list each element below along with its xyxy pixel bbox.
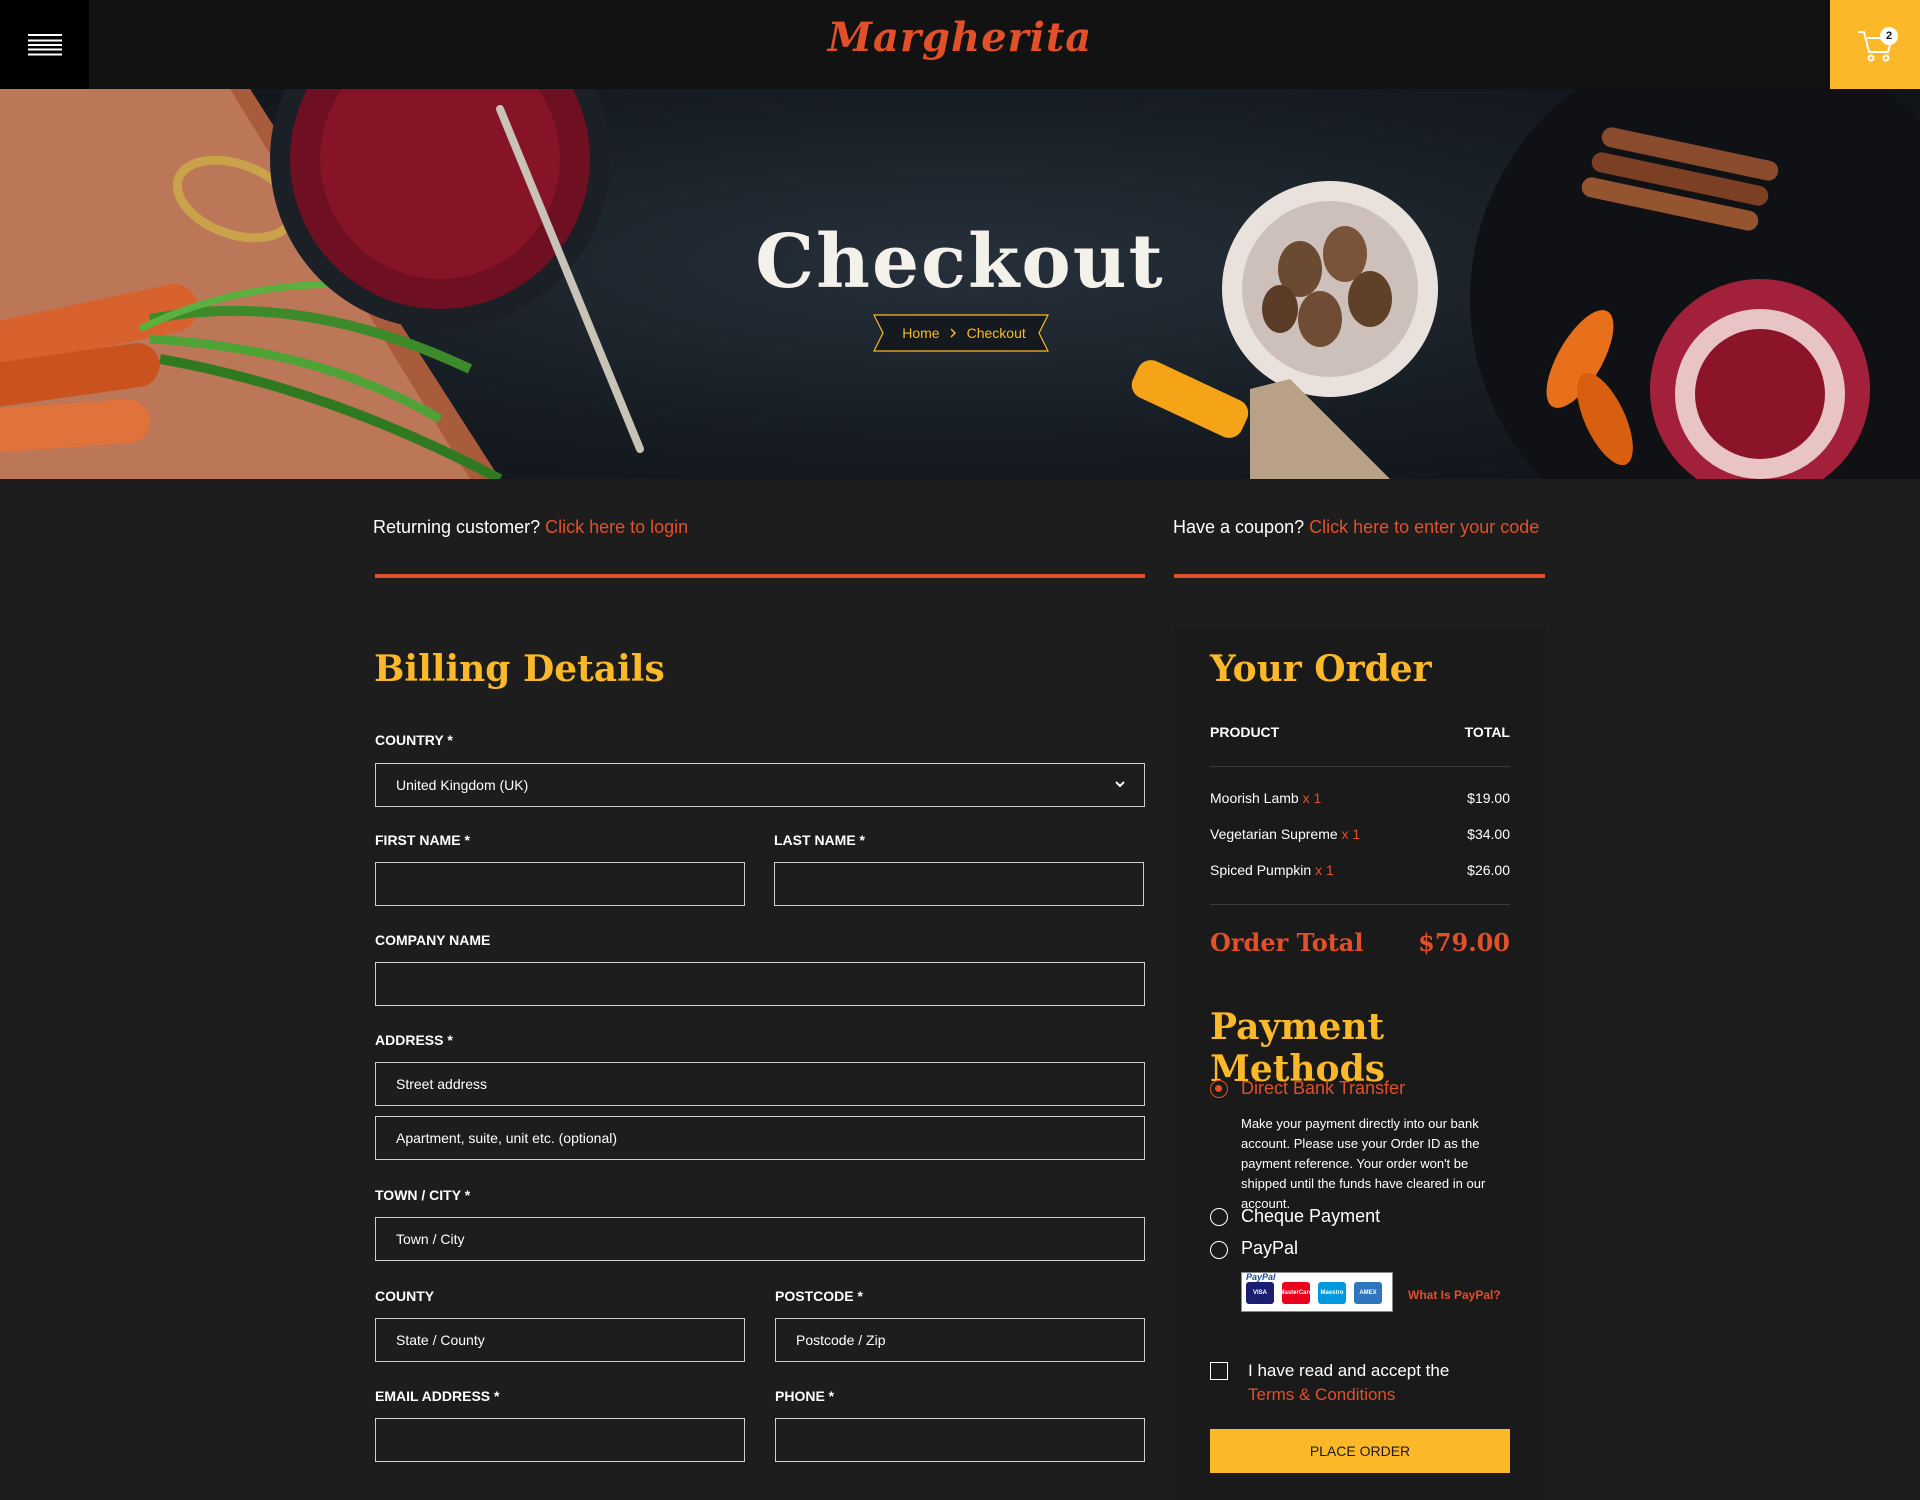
- order-item-qty: x 1: [1302, 790, 1322, 806]
- paypal-badge-label: PayPal: [1246, 1272, 1276, 1282]
- cheque-payment-radio[interactable]: [1210, 1208, 1228, 1226]
- order-total-label: Order Total: [1210, 928, 1364, 957]
- email-label: EMAIL ADDRESS *: [375, 1388, 500, 1404]
- order-divider: [1210, 904, 1510, 905]
- amex-icon: AMEX: [1354, 1282, 1382, 1304]
- street-address-field[interactable]: [375, 1062, 1145, 1106]
- country-value: United Kingdom (UK): [396, 777, 529, 793]
- company-field[interactable]: [375, 962, 1145, 1006]
- bank-transfer-label[interactable]: Direct Bank Transfer: [1241, 1078, 1405, 1099]
- company-label: COMPANY NAME: [375, 932, 491, 948]
- order-item: Spiced Pumpkin x 1 $26.00: [1210, 862, 1510, 878]
- phone-field[interactable]: [775, 1418, 1145, 1462]
- top-bar: Margherita 2: [0, 0, 1920, 89]
- paypal-radio[interactable]: [1210, 1241, 1228, 1259]
- what-is-paypal-link[interactable]: What Is PayPal?: [1408, 1288, 1501, 1302]
- returning-customer-notice: Returning customer? Click here to login: [373, 517, 688, 538]
- login-link[interactable]: Click here to login: [545, 517, 688, 537]
- county-label: COUNTY: [375, 1288, 435, 1304]
- coupon-link[interactable]: Click here to enter your code: [1309, 517, 1539, 537]
- order-divider: [1210, 766, 1510, 767]
- chevron-right-icon: [950, 328, 956, 338]
- order-item-name: Spiced Pumpkin: [1210, 862, 1312, 878]
- cart-count-badge: 2: [1880, 27, 1898, 45]
- billing-title: Billing Details: [374, 648, 665, 690]
- last-name-label: LAST NAME *: [774, 832, 865, 848]
- county-field[interactable]: [375, 1318, 745, 1362]
- order-title: Your Order: [1210, 648, 1432, 690]
- notice-divider: [1174, 574, 1545, 578]
- country-label: COUNTRY *: [375, 732, 453, 748]
- coupon-text: Have a coupon?: [1173, 517, 1305, 537]
- terms-link[interactable]: Terms & Conditions: [1248, 1383, 1449, 1407]
- order-item: Moorish Lamb x 1 $19.00: [1210, 790, 1510, 806]
- terms-text-block: I have read and accept the Terms & Condi…: [1248, 1359, 1449, 1407]
- coupon-notice: Have a coupon? Click here to enter your …: [1173, 517, 1539, 538]
- visa-icon: VISA: [1246, 1282, 1274, 1304]
- hero-banner: Checkout Home Checkout: [0, 89, 1920, 479]
- order-item: Vegetarian Supreme x 1 $34.00: [1210, 826, 1510, 842]
- site-logo[interactable]: Margherita: [0, 14, 1920, 61]
- order-item-qty: x 1: [1315, 862, 1334, 878]
- last-name-field[interactable]: [774, 862, 1144, 906]
- order-item-total: $34.00: [1467, 826, 1510, 842]
- place-order-button[interactable]: PLACE ORDER: [1210, 1429, 1510, 1473]
- apartment-field[interactable]: [375, 1116, 1145, 1160]
- order-item-qty: x 1: [1341, 826, 1361, 842]
- mastercard-icon: MasterCard: [1280, 1282, 1313, 1304]
- terms-text: I have read and accept the: [1248, 1361, 1450, 1380]
- notice-divider: [375, 574, 1145, 578]
- total-column-header: TOTAL: [1464, 724, 1510, 740]
- bank-transfer-description: Make your payment directly into our bank…: [1241, 1116, 1486, 1211]
- order-item-name: Vegetarian Supreme: [1210, 826, 1338, 842]
- maestro-icon: Maestro: [1318, 1282, 1346, 1304]
- chevron-down-icon: [1115, 781, 1125, 788]
- paypal-cards-badge: PayPal VISA MasterCard Maestro AMEX: [1241, 1272, 1393, 1312]
- phone-label: PHONE *: [775, 1388, 835, 1404]
- order-item-total: $19.00: [1467, 790, 1510, 806]
- bank-transfer-radio[interactable]: [1210, 1080, 1228, 1098]
- postcode-field[interactable]: [775, 1318, 1145, 1362]
- town-label: TOWN / CITY *: [375, 1187, 471, 1203]
- postcode-label: POSTCODE *: [775, 1288, 863, 1304]
- paypal-label[interactable]: PayPal: [1241, 1238, 1298, 1259]
- page-title: Checkout: [755, 219, 1165, 305]
- address-label: ADDRESS *: [375, 1032, 453, 1048]
- cart-button[interactable]: 2: [1830, 0, 1920, 89]
- town-field[interactable]: [375, 1217, 1145, 1261]
- order-item-total: $26.00: [1467, 862, 1510, 878]
- cheque-payment-label[interactable]: Cheque Payment: [1241, 1206, 1380, 1227]
- order-item-name: Moorish Lamb: [1210, 790, 1299, 806]
- email-field[interactable]: [375, 1418, 745, 1462]
- returning-customer-text: Returning customer?: [373, 517, 541, 537]
- breadcrumb-current: Checkout: [966, 325, 1026, 341]
- order-total-value: $79.00: [1418, 928, 1510, 957]
- order-summary-panel: Your Order PRODUCT TOTAL Moorish Lamb x …: [1175, 628, 1545, 1500]
- first-name-label: FIRST NAME *: [375, 832, 470, 848]
- breadcrumb-home-link[interactable]: Home: [902, 325, 939, 341]
- first-name-field[interactable]: [375, 862, 745, 906]
- breadcrumb: Home Checkout: [881, 315, 1047, 351]
- order-total-row: Order Total $79.00: [1210, 928, 1510, 957]
- product-column-header: PRODUCT: [1210, 724, 1280, 740]
- country-select[interactable]: United Kingdom (UK): [375, 763, 1145, 807]
- terms-checkbox[interactable]: [1210, 1362, 1228, 1380]
